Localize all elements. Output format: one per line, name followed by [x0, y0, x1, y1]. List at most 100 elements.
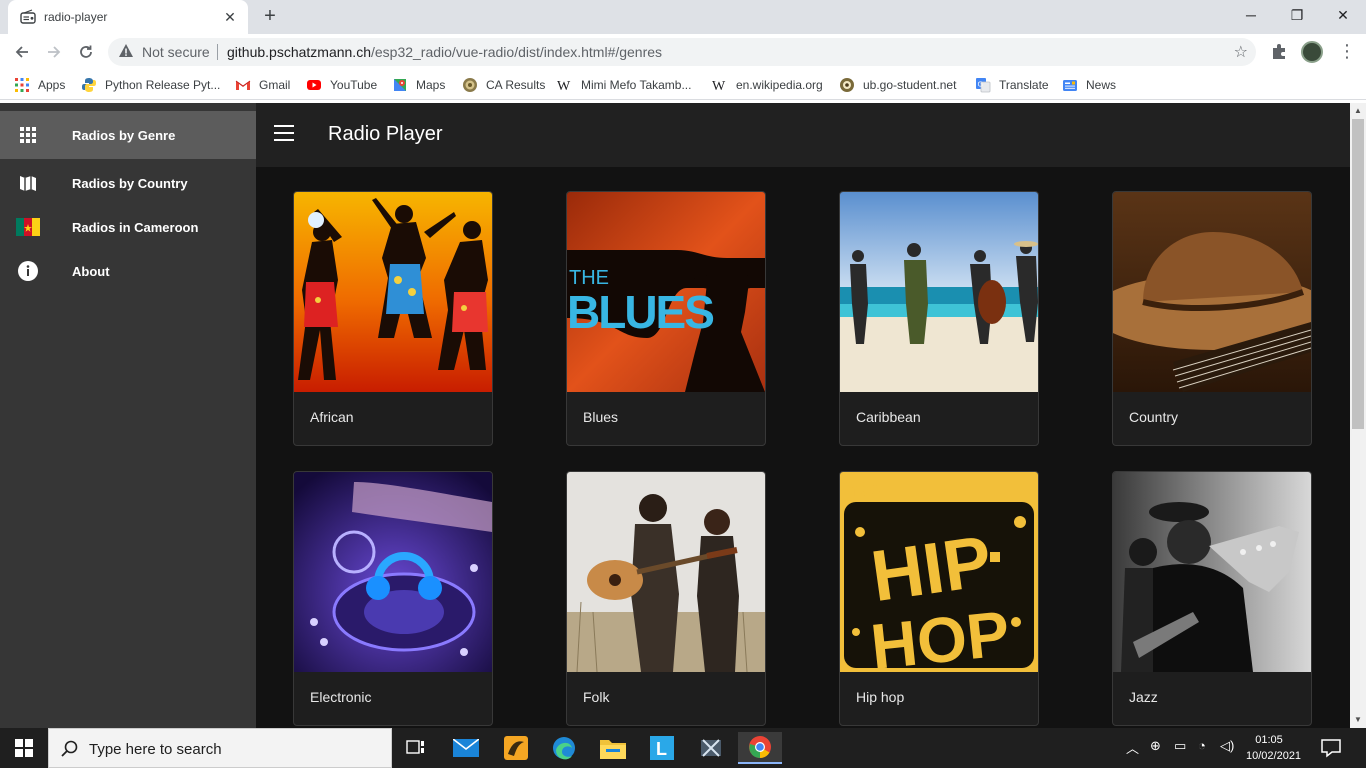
nav-item-radios-in-cameroon[interactable]: Radios in Cameroon: [0, 203, 256, 251]
bookmark-label: YouTube: [330, 78, 378, 92]
taskbar-app-snip[interactable]: [689, 732, 733, 764]
taskbar-edge[interactable]: [542, 732, 586, 764]
l-app-icon: L: [650, 736, 674, 760]
scroll-up-icon[interactable]: ▲: [1350, 103, 1366, 119]
african-dancers-image: [294, 192, 492, 392]
taskbar-search-box[interactable]: Type here to search: [48, 728, 392, 768]
reload-button[interactable]: [72, 38, 100, 66]
genre-label: Country: [1129, 409, 1179, 425]
meet-now-icon[interactable]: ⊕: [1150, 738, 1161, 754]
nav-label: Radios in Cameroon: [72, 219, 199, 235]
url-path: /esp32_radio/vue-radio/dist/index.html#/…: [370, 44, 663, 60]
restore-button[interactable]: ❐: [1274, 0, 1320, 30]
bookmark-label: Gmail: [259, 78, 291, 92]
mail-icon: [453, 739, 479, 757]
svg-text:HOP: HOP: [867, 597, 1012, 672]
security-label[interactable]: Not secure: [142, 44, 210, 60]
tab-strip: radio-player ✕ + ─ ❐ ✕: [0, 0, 1366, 34]
bookmarks-bar: Apps Python Release Pyt... Gmail YouTube…: [0, 70, 1366, 100]
genre-label: Caribbean: [856, 409, 921, 425]
bookmark-translate[interactable]: G Translate: [975, 76, 1049, 94]
bookmark-gmail[interactable]: Gmail: [235, 76, 290, 94]
bookmark-label: Mimi Mefo Takamb...: [581, 78, 692, 92]
system-clock[interactable]: 01:05 10/02/2021: [1246, 732, 1302, 764]
start-button[interactable]: [0, 728, 48, 768]
divider: [217, 44, 218, 60]
bookmark-ca-results[interactable]: CA Results: [462, 76, 545, 94]
taskbar-app-l[interactable]: L: [640, 732, 684, 764]
map-icon: [20, 176, 36, 191]
taskbar-chrome[interactable]: [738, 732, 782, 764]
hamburger-menu-icon[interactable]: [274, 125, 294, 141]
page-scrollbar[interactable]: ▲ ▼: [1350, 103, 1366, 728]
cameroon-flag-icon: [16, 218, 40, 236]
warning-icon[interactable]: [118, 43, 134, 59]
nav-item-radios-by-genre[interactable]: Radios by Genre: [0, 111, 256, 159]
nav-label: Radios by Genre: [72, 127, 176, 143]
nav-item-radios-by-country[interactable]: Radios by Country: [0, 159, 256, 207]
radio-player-app: Radios by Genre Radios by Country Radios…: [0, 103, 1366, 728]
notifications-icon[interactable]: [1320, 738, 1342, 758]
show-hidden-icons-icon[interactable]: ︿: [1126, 738, 1139, 757]
genre-grid: African THE BLUES Blues Caribbean Countr…: [256, 167, 1350, 728]
tab-close-button[interactable]: ✕: [220, 7, 240, 27]
clock-time: 01:05: [1255, 734, 1283, 746]
genre-card-blues[interactable]: THE BLUES Blues: [566, 191, 766, 446]
clock-date: 10/02/2021: [1246, 750, 1302, 762]
nav-item-about[interactable]: About: [0, 247, 256, 295]
bookmark-label: Maps: [416, 78, 446, 92]
bookmark-news[interactable]: News: [1062, 76, 1116, 94]
apps-grid-icon: [20, 127, 36, 143]
scrollbar-thumb[interactable]: [1352, 119, 1364, 429]
task-view-button[interactable]: [394, 732, 438, 764]
genre-card-electronic[interactable]: Electronic: [293, 471, 493, 726]
go-student-icon: [840, 78, 854, 92]
bookmark-en-wikipedia[interactable]: W en.wikipedia.org: [712, 76, 823, 94]
battery-icon[interactable]: ▭: [1174, 738, 1186, 754]
ca-results-icon: [463, 78, 477, 92]
wifi-icon[interactable]: ◔: [1198, 738, 1206, 753]
svg-text:W: W: [712, 79, 726, 93]
bookmark-mimi-mefo[interactable]: W Mimi Mefo Takamb...: [557, 76, 691, 94]
windows-logo-icon: [15, 739, 33, 757]
apps-grid-icon: [15, 78, 29, 92]
svg-text:BLUES: BLUES: [567, 286, 713, 338]
svg-text:W: W: [557, 79, 571, 93]
window-close-button[interactable]: ✕: [1320, 0, 1366, 30]
blues-guitarist-image: THE BLUES: [567, 192, 765, 392]
genre-card-hip-hop[interactable]: YO! HIP HOP Hip hop: [839, 471, 1039, 726]
forward-button[interactable]: [40, 38, 68, 66]
genre-card-african[interactable]: African: [293, 191, 493, 446]
profile-avatar[interactable]: [1301, 41, 1323, 63]
volume-icon[interactable]: ◁): [1220, 738, 1234, 754]
genre-card-folk[interactable]: Folk: [566, 471, 766, 726]
bookmark-label: CA Results: [486, 78, 546, 92]
address-bar[interactable]: Not secure github.pschatzmann.ch/esp32_r…: [108, 38, 1256, 66]
back-button[interactable]: [8, 38, 36, 66]
bookmark-python[interactable]: Python Release Pyt...: [81, 76, 220, 94]
bookmark-go-student[interactable]: ub.go-student.net: [839, 76, 956, 94]
extensions-puzzle-icon[interactable]: [1270, 42, 1288, 60]
genre-card-jazz[interactable]: Jazz: [1112, 471, 1312, 726]
browser-tab[interactable]: radio-player ✕: [8, 0, 248, 34]
bookmark-apps[interactable]: Apps: [14, 76, 65, 94]
genre-card-country[interactable]: Country: [1112, 191, 1312, 446]
bookmark-maps[interactable]: Maps: [392, 76, 445, 94]
wikipedia-icon: W: [712, 79, 726, 93]
genre-card-caribbean[interactable]: Caribbean: [839, 191, 1039, 446]
task-view-icon: [406, 740, 424, 754]
bookmark-star-icon[interactable]: ☆: [1234, 42, 1248, 62]
scroll-down-icon[interactable]: ▼: [1350, 712, 1366, 728]
news-icon: [1063, 80, 1077, 91]
page-title: Radio Player: [328, 123, 443, 145]
taskbar-app-orange[interactable]: [494, 732, 538, 764]
url-text[interactable]: github.pschatzmann.ch/esp32_radio/vue-ra…: [227, 44, 662, 60]
bookmark-youtube[interactable]: YouTube: [306, 76, 377, 94]
taskbar-file-explorer[interactable]: [591, 732, 635, 764]
chrome-menu-icon[interactable]: ⋮: [1338, 40, 1356, 62]
minimize-button[interactable]: ─: [1228, 0, 1274, 30]
translate-icon: G: [976, 78, 991, 93]
new-tab-button[interactable]: +: [258, 5, 282, 29]
bookmark-label: Python Release Pyt...: [105, 78, 221, 92]
taskbar-mail[interactable]: [444, 732, 488, 764]
